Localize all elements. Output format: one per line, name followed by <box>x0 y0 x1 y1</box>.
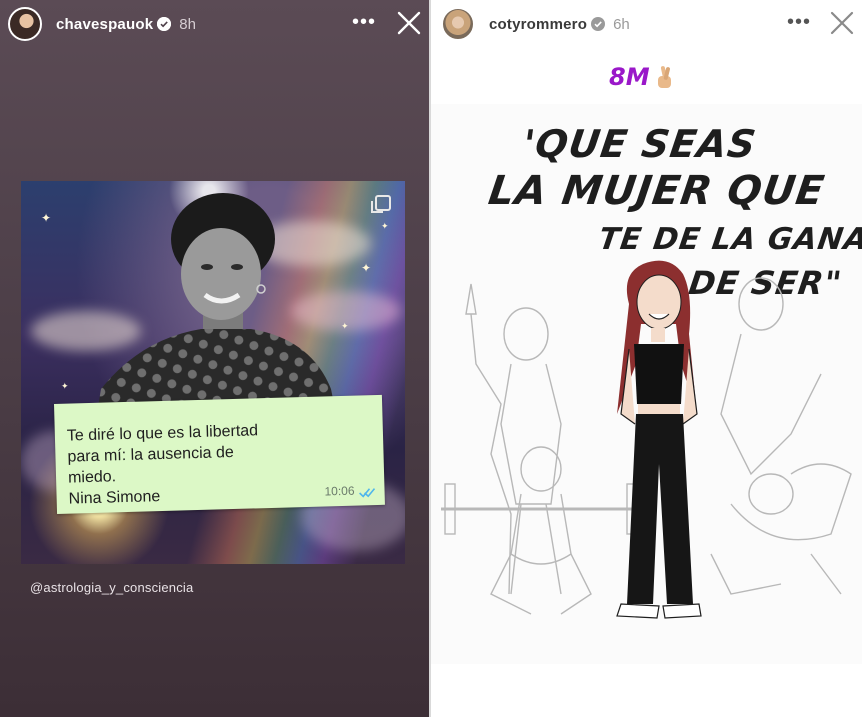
close-icon[interactable] <box>394 8 424 38</box>
avatar[interactable] <box>8 7 42 41</box>
message-time: 10:06 <box>324 483 355 499</box>
double-check-icon <box>359 488 376 498</box>
more-options-icon[interactable]: ••• <box>352 11 376 34</box>
post-time: 6h <box>613 15 630 33</box>
illustration-text: TE DE LA GANA <box>596 222 862 257</box>
verified-badge-icon <box>157 17 172 31</box>
women-illustration <box>441 260 852 619</box>
username[interactable]: cotyrommero <box>489 16 587 33</box>
post-time: 8h <box>179 15 196 33</box>
username[interactable]: chavespauok <box>56 16 153 33</box>
close-icon[interactable] <box>827 8 857 38</box>
story-left[interactable]: chavespauok 8h ••• ✦ ✦ ✦ ✦ ✦ ✦ <box>0 0 429 717</box>
story-right[interactable]: cotyrommero 6h ••• 8M 'QUE SEAS LA MUJER… <box>431 0 862 717</box>
tag-text: 8M <box>609 63 650 91</box>
avatar[interactable] <box>441 7 475 41</box>
story-header: cotyrommero 6h ••• <box>431 0 862 48</box>
story-header: chavespauok 8h ••• <box>0 0 429 48</box>
illustration-text: LA MUJER QUE <box>485 168 828 214</box>
source-caption[interactable]: @astrologia_y_consciencia <box>30 580 193 595</box>
verified-badge-icon <box>591 17 606 31</box>
chat-message-bubble: Te diré lo que es la libertad para mí: l… <box>54 394 385 514</box>
crossed-fingers-icon <box>657 66 671 88</box>
illustration-text: 'QUE SEAS <box>519 122 760 166</box>
multi-image-icon <box>371 195 391 213</box>
illustration-image[interactable]: 'QUE SEAS LA MUJER QUE TE DE LA GANA DE … <box>431 104 862 664</box>
tag-8m: 8M <box>609 62 676 92</box>
more-options-icon[interactable]: ••• <box>787 11 811 34</box>
